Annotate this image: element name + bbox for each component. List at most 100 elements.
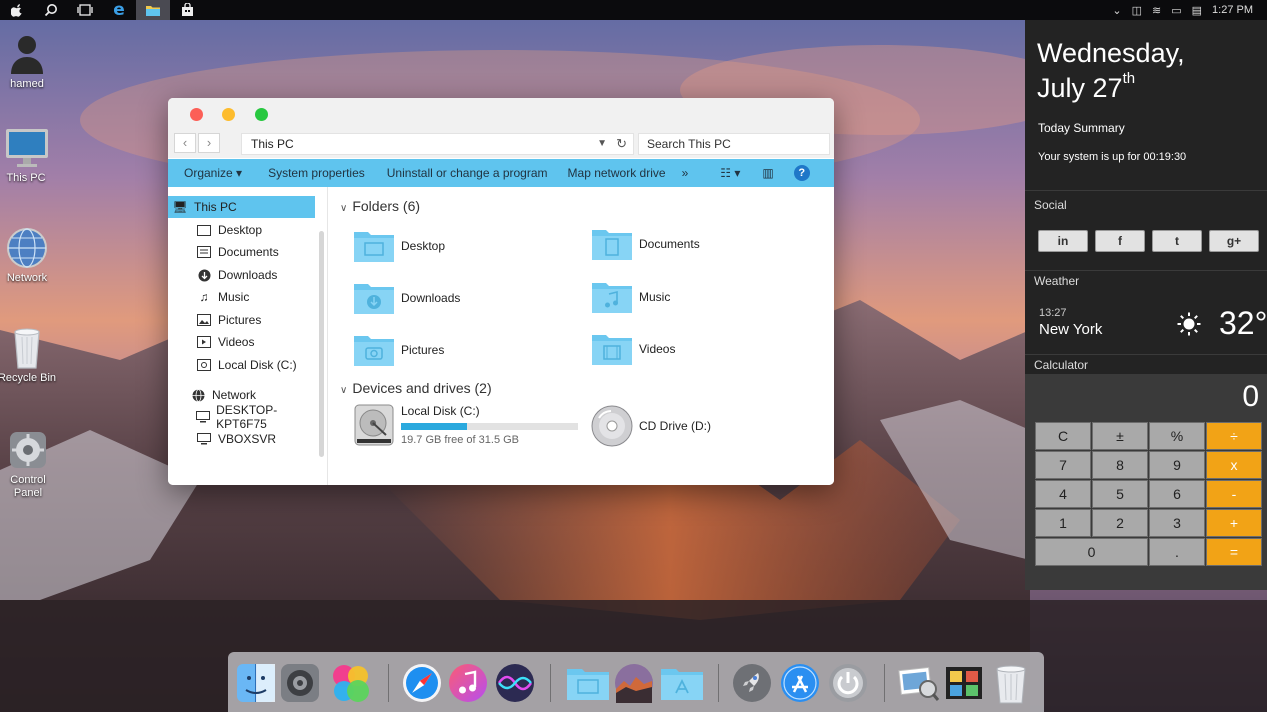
navigation-pane: 🖥 This PC Desktop Documents Downloads ♫ … xyxy=(168,187,328,485)
desktop-icon-this-pc[interactable]: This PC xyxy=(0,126,56,184)
file-explorer-icon[interactable] xyxy=(136,0,170,20)
search-input[interactable]: Search This PC xyxy=(638,133,830,155)
desktop-icon-recycle-bin[interactable]: Recycle Bin xyxy=(0,326,57,384)
view-options-icon[interactable]: ☷ ▾ xyxy=(712,166,748,180)
nav-item-documents[interactable]: Documents xyxy=(168,241,315,263)
siri-icon[interactable] xyxy=(495,663,535,703)
app-store-icon[interactable] xyxy=(780,663,820,703)
forward-button[interactable]: › xyxy=(198,133,220,153)
maximize-button[interactable] xyxy=(255,108,268,121)
system-properties-button[interactable]: System properties xyxy=(250,166,373,180)
back-button[interactable]: ‹ xyxy=(174,133,196,153)
calc-key-4[interactable]: 4 xyxy=(1035,480,1091,508)
calc-key-percent[interactable]: % xyxy=(1149,422,1205,450)
folder-music[interactable]: Music xyxy=(591,280,670,314)
folder-downloads[interactable]: Downloads xyxy=(353,281,460,315)
nav-item-videos[interactable]: Videos xyxy=(168,331,315,353)
store-icon[interactable] xyxy=(170,0,204,20)
nav-item-music[interactable]: ♫ Music xyxy=(168,286,315,308)
refresh-icon[interactable]: ↻ xyxy=(616,134,627,154)
day-name: Wednesday, xyxy=(1037,38,1185,68)
linkedin-button[interactable]: in xyxy=(1038,230,1088,252)
clock[interactable]: 1:27 PM xyxy=(1212,4,1253,16)
scrollbar[interactable] xyxy=(319,231,324,457)
nav-item-pictures[interactable]: Pictures xyxy=(168,309,315,331)
nav-item-this-pc[interactable]: 🖥 This PC xyxy=(168,196,315,218)
nav-item-downloads[interactable]: Downloads xyxy=(168,264,315,286)
calc-key-equals[interactable]: = xyxy=(1206,538,1262,566)
desktop-icon-control-panel[interactable]: Control Panel xyxy=(0,428,58,500)
finder-icon[interactable] xyxy=(236,663,276,703)
facebook-button[interactable]: f xyxy=(1095,230,1145,252)
nav-item-local-disk[interactable]: Local Disk (C:) xyxy=(168,354,315,376)
nav-item-desktop[interactable]: Desktop xyxy=(168,219,315,241)
calc-key-add[interactable]: + xyxy=(1206,509,1262,537)
devices-group-header[interactable]: ∨ Devices and drives (2) xyxy=(340,380,492,396)
preview-pane-icon[interactable]: ▥ xyxy=(754,166,781,180)
title-bar[interactable] xyxy=(168,98,834,130)
map-network-drive-button[interactable]: Map network drive xyxy=(556,166,674,180)
sierra-wallpaper-icon[interactable] xyxy=(614,663,654,703)
chevron-down-icon[interactable]: ▼ xyxy=(597,134,607,154)
search-icon[interactable] xyxy=(34,0,68,20)
folder-pictures[interactable]: Pictures xyxy=(353,333,444,367)
folder-icon[interactable] xyxy=(566,663,609,703)
uninstall-program-button[interactable]: Uninstall or change a program xyxy=(373,166,556,180)
drive-cd-d[interactable]: CD Drive (D:) xyxy=(591,404,711,448)
close-button[interactable] xyxy=(190,108,203,121)
chevron-up-icon[interactable]: ⌄ xyxy=(1112,4,1121,17)
nav-item-vboxsvr[interactable]: VBOXSVR xyxy=(168,428,315,450)
calc-key-6[interactable]: 6 xyxy=(1149,480,1205,508)
disk-usage-bar xyxy=(401,423,578,430)
trash-icon[interactable] xyxy=(993,663,1033,704)
calc-key-plus-minus[interactable]: ± xyxy=(1092,422,1148,450)
minimize-button[interactable] xyxy=(222,108,235,121)
calc-key-multiply[interactable]: x xyxy=(1206,451,1262,479)
calc-key-8[interactable]: 8 xyxy=(1092,451,1148,479)
twitter-button[interactable]: t xyxy=(1152,230,1202,252)
folder-documents[interactable]: Documents xyxy=(591,227,700,261)
google-plus-button[interactable]: g+ xyxy=(1209,230,1259,252)
calc-key-5[interactable]: 5 xyxy=(1092,480,1148,508)
task-view-icon[interactable] xyxy=(68,0,102,20)
calc-key-3[interactable]: 3 xyxy=(1149,509,1205,537)
folders-group-header[interactable]: ∨ Folders (6) xyxy=(340,198,420,214)
calc-key-clear[interactable]: C xyxy=(1035,422,1091,450)
game-center-icon[interactable] xyxy=(330,663,370,703)
calc-key-9[interactable]: 9 xyxy=(1149,451,1205,479)
apple-icon[interactable] xyxy=(0,0,34,20)
wifi-icon[interactable]: ≋ xyxy=(1152,4,1161,17)
edge-icon[interactable]: e xyxy=(102,0,136,20)
calc-key-decimal[interactable]: . xyxy=(1149,538,1205,566)
calc-key-subtract[interactable]: - xyxy=(1206,480,1262,508)
safari-icon[interactable] xyxy=(402,663,442,703)
preview-icon[interactable] xyxy=(898,663,940,703)
battery-icon[interactable]: ▭ xyxy=(1171,4,1181,17)
calc-key-divide[interactable]: ÷ xyxy=(1206,422,1262,450)
more-commands-button[interactable]: » xyxy=(674,166,697,180)
system-tray: ⌄ ◫ ≋ ▭ ▤ 1:27 PM xyxy=(1112,4,1267,17)
folder-icon xyxy=(591,332,633,366)
launchpad-icon[interactable] xyxy=(732,663,772,703)
volume-icon[interactable]: ◫ xyxy=(1132,4,1142,17)
itunes-icon[interactable] xyxy=(448,663,488,703)
dock-separator xyxy=(718,664,719,702)
folder-videos[interactable]: Videos xyxy=(591,332,675,366)
photo-booth-icon[interactable] xyxy=(944,663,984,703)
folder-desktop[interactable]: Desktop xyxy=(353,229,445,263)
applications-folder-icon[interactable] xyxy=(660,663,703,703)
calc-key-7[interactable]: 7 xyxy=(1035,451,1091,479)
calc-key-2[interactable]: 2 xyxy=(1092,509,1148,537)
calc-key-0[interactable]: 0 xyxy=(1035,538,1148,566)
drive-local-disk-c[interactable]: Local Disk (C:) 19.7 GB free of 31.5 GB xyxy=(353,403,578,447)
help-icon[interactable]: ? xyxy=(786,165,818,181)
notification-icon[interactable]: ▤ xyxy=(1192,4,1202,17)
system-preferences-icon[interactable] xyxy=(280,663,320,703)
calc-key-1[interactable]: 1 xyxy=(1035,509,1091,537)
organize-button[interactable]: Organize ▾ xyxy=(168,166,250,180)
power-icon[interactable] xyxy=(828,663,868,703)
desktop-icon-network[interactable]: Network xyxy=(0,226,57,284)
desktop-icon-user[interactable]: hamed xyxy=(0,32,57,90)
nav-item-desktop-kpt6f75[interactable]: DESKTOP-KPT6F75 xyxy=(168,403,315,431)
address-bar[interactable]: This PC ▼ ↻ xyxy=(241,133,634,155)
